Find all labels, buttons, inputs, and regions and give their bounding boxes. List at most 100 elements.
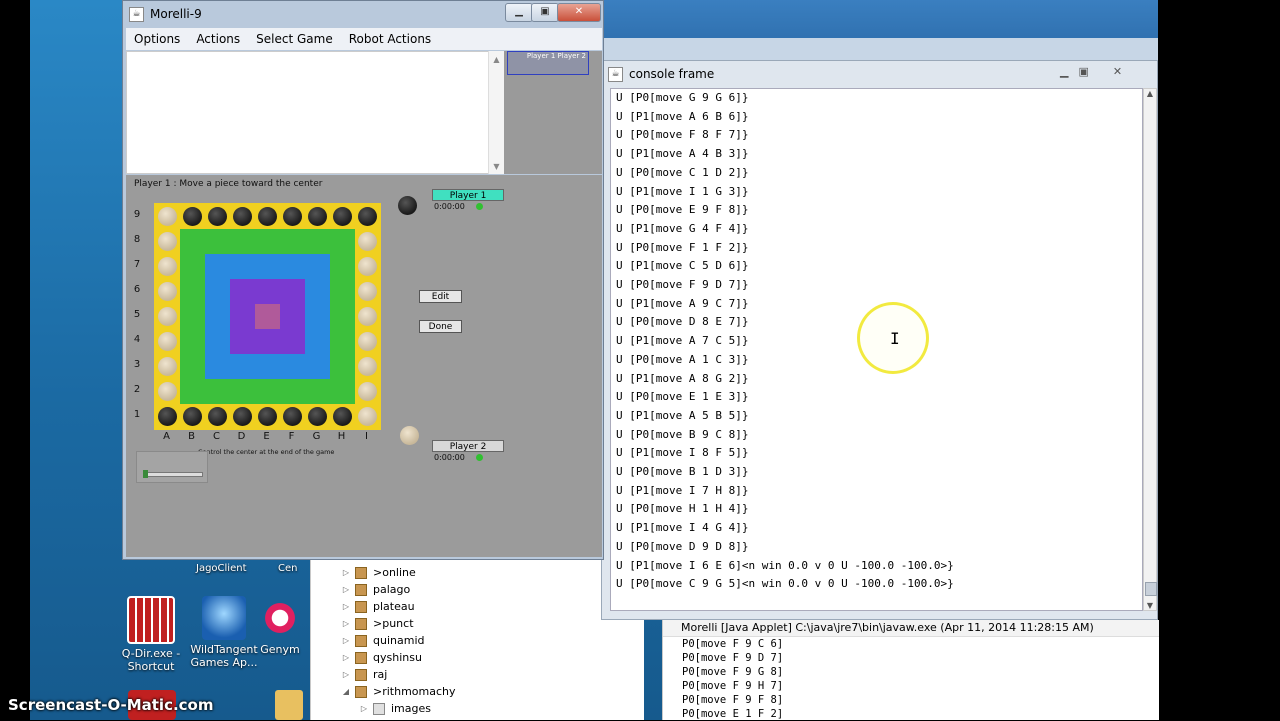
board-cell[interactable] (305, 279, 330, 304)
dark-piece[interactable] (183, 207, 202, 226)
light-piece[interactable] (158, 307, 177, 326)
dark-piece[interactable] (208, 207, 227, 226)
dark-piece[interactable] (358, 207, 377, 226)
menu-options[interactable]: Options (126, 32, 188, 46)
dark-piece[interactable] (283, 407, 302, 426)
board-cell[interactable] (180, 354, 205, 379)
light-piece[interactable] (158, 332, 177, 351)
board-cell[interactable] (205, 329, 230, 354)
board-cell[interactable] (305, 354, 330, 379)
dark-piece[interactable] (308, 207, 327, 226)
board-cell[interactable] (205, 254, 230, 279)
board-cell[interactable] (305, 379, 330, 404)
expand-icon[interactable]: ▷ (341, 636, 351, 645)
menu-robot-actions[interactable]: Robot Actions (341, 32, 439, 46)
minimize-button[interactable]: ▁ (505, 3, 533, 22)
dark-piece[interactable] (333, 207, 352, 226)
board-cell[interactable] (330, 254, 355, 279)
board-cell[interactable] (205, 304, 230, 329)
close-icon[interactable]: ✕ (1113, 65, 1122, 78)
dark-piece[interactable] (233, 407, 252, 426)
board-cell[interactable] (230, 304, 255, 329)
board-cell[interactable] (305, 229, 330, 254)
close-button[interactable]: ✕ (557, 3, 601, 22)
board-cell[interactable] (180, 254, 205, 279)
tree-item[interactable]: ◢ >rithmomachy (311, 683, 644, 700)
maximize-button[interactable]: ▣ (531, 3, 559, 22)
board-cell[interactable] (230, 254, 255, 279)
light-piece[interactable] (358, 282, 377, 301)
tree-item[interactable]: ▷ plateau (311, 598, 644, 615)
light-piece[interactable] (158, 257, 177, 276)
board-cell[interactable] (255, 229, 280, 254)
light-piece[interactable] (158, 207, 177, 226)
board-cell[interactable] (255, 254, 280, 279)
desktop-icon-genymotion[interactable]: Genym (258, 596, 302, 656)
board-cell[interactable] (330, 304, 355, 329)
board-cell[interactable] (255, 354, 280, 379)
board-cell[interactable] (280, 304, 305, 329)
board-cell[interactable] (230, 329, 255, 354)
expand-icon[interactable]: ▷ (341, 602, 351, 611)
tree-item[interactable]: ▷ palago (311, 581, 644, 598)
tree-item[interactable]: ▷ quinamid (311, 632, 644, 649)
board-cell[interactable] (180, 279, 205, 304)
done-button[interactable]: Done (419, 320, 462, 333)
board-cell[interactable] (330, 379, 355, 404)
expand-icon[interactable]: ▷ (341, 653, 351, 662)
scroll-up-icon[interactable]: ▲ (489, 55, 504, 64)
light-piece[interactable] (358, 332, 377, 351)
board-cell[interactable] (180, 379, 205, 404)
light-piece[interactable] (358, 382, 377, 401)
expand-icon[interactable]: ▷ (341, 568, 351, 577)
board-cell[interactable] (280, 279, 305, 304)
board-cell[interactable] (180, 304, 205, 329)
scroll-down-icon[interactable]: ▼ (489, 162, 504, 171)
light-piece[interactable] (358, 232, 377, 251)
board-cell[interactable] (205, 279, 230, 304)
folder-icon[interactable] (275, 690, 303, 720)
speed-slider[interactable] (143, 472, 203, 477)
dark-piece[interactable] (258, 207, 277, 226)
slider-handle[interactable] (143, 470, 148, 478)
chat-textarea[interactable] (126, 51, 504, 174)
desktop-icon-wildtangent[interactable]: WildTangent Games Ap... (184, 596, 264, 669)
menu-actions[interactable]: Actions (188, 32, 248, 46)
scroll-down-icon[interactable]: ▼ (1144, 601, 1156, 610)
board-cell[interactable] (330, 279, 355, 304)
dark-piece[interactable] (333, 407, 352, 426)
board-cell[interactable] (280, 379, 305, 404)
maximize-icon[interactable]: ▣ (1078, 65, 1088, 78)
dark-piece[interactable] (158, 407, 177, 426)
light-piece[interactable] (158, 232, 177, 251)
expand-icon[interactable]: ▷ (341, 619, 351, 628)
board-cell[interactable] (205, 379, 230, 404)
board-cell[interactable] (230, 379, 255, 404)
tree-item[interactable]: ▷ images (311, 700, 644, 717)
board-cell[interactable] (205, 354, 230, 379)
board-cell[interactable] (255, 379, 280, 404)
board-cell[interactable] (255, 329, 280, 354)
game-board[interactable] (154, 203, 381, 430)
board-cell[interactable] (230, 279, 255, 304)
desktop-icon-qdir[interactable]: Q-Dir.exe - Shortcut (111, 596, 191, 673)
board-cell[interactable] (280, 229, 305, 254)
board-cell[interactable] (305, 254, 330, 279)
light-piece[interactable] (358, 407, 377, 426)
dark-piece[interactable] (183, 407, 202, 426)
light-piece[interactable] (158, 357, 177, 376)
console-scrollbar[interactable]: ▲ ▼ (1143, 88, 1157, 611)
collapse-icon[interactable]: ◢ (341, 687, 351, 696)
light-piece[interactable] (358, 357, 377, 376)
board-cell[interactable] (330, 229, 355, 254)
scroll-thumb[interactable] (1145, 582, 1157, 596)
dark-piece[interactable] (283, 207, 302, 226)
dark-piece[interactable] (308, 407, 327, 426)
board-cell[interactable] (180, 229, 205, 254)
light-piece[interactable] (158, 282, 177, 301)
dark-piece[interactable] (208, 407, 227, 426)
board-cell[interactable] (180, 329, 205, 354)
expand-icon[interactable]: ▷ (341, 585, 351, 594)
expand-icon[interactable]: ▷ (341, 670, 351, 679)
tree-item[interactable]: ▷ >punct (311, 615, 644, 632)
